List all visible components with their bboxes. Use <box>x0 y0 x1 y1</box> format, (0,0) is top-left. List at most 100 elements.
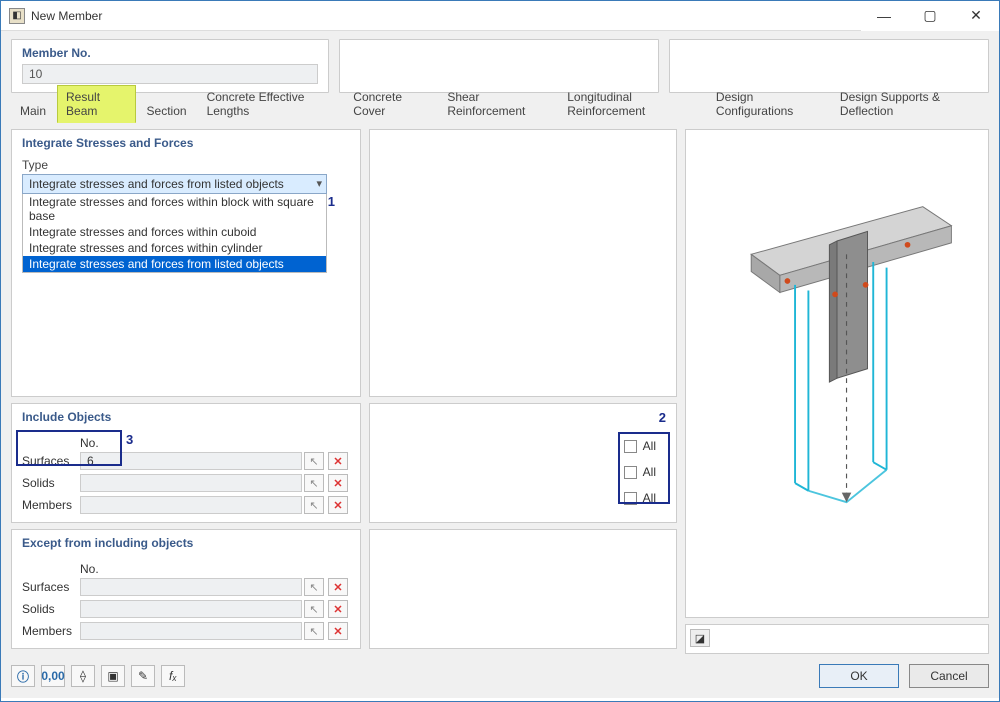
type-option-listed-objects[interactable]: Integrate stresses and forces from liste… <box>23 256 326 272</box>
x-icon: ✕ <box>333 581 342 594</box>
annotation-3: 3 <box>126 432 133 447</box>
close-button[interactable]: ✕ <box>953 1 999 31</box>
clear-except-members-button[interactable]: ✕ <box>328 622 348 640</box>
type-dropdown-list: Integrate stresses and forces within blo… <box>22 194 327 273</box>
type-option-cuboid[interactable]: Integrate stresses and forces within cub… <box>23 224 326 240</box>
member-number-input[interactable] <box>22 64 318 84</box>
include-solids-input[interactable] <box>80 474 302 492</box>
all-members-checkbox[interactable] <box>624 492 637 505</box>
pick-surfaces-button[interactable]: ↖ <box>304 452 324 470</box>
include-surfaces-input[interactable]: 6 <box>80 452 302 470</box>
preview-svg <box>694 138 980 609</box>
cursor-icon: ↖ <box>309 499 318 512</box>
right-column: ◪ <box>685 129 989 654</box>
pick-members-button[interactable]: ↖ <box>304 496 324 514</box>
clear-except-surfaces-button[interactable]: ✕ <box>328 578 348 596</box>
cursor-icon: ↖ <box>309 455 318 468</box>
tool-3-icon[interactable]: ✎ <box>131 665 155 687</box>
dialog-actions: OK Cancel <box>819 664 989 688</box>
maximize-button[interactable]: ▢ <box>907 1 953 31</box>
annotation-1: 1 <box>328 194 335 209</box>
tab-design-supports-deflection[interactable]: Design Supports & Deflection <box>831 85 987 123</box>
tool-fx-icon[interactable]: fₓ <box>161 665 185 687</box>
except-members-input[interactable] <box>80 622 302 640</box>
type-option-cylinder[interactable]: Integrate stresses and forces within cyl… <box>23 240 326 256</box>
include-row-surfaces: Surfaces 6 ↖ ✕ <box>22 452 350 470</box>
cursor-icon: ↖ <box>309 625 318 638</box>
tab-concrete-cover[interactable]: Concrete Cover <box>344 85 436 123</box>
left-column: Integrate Stresses and Forces Type Integ… <box>11 129 361 654</box>
include-row-members: Members ↖ ✕ <box>22 496 350 514</box>
clear-members-button[interactable]: ✕ <box>328 496 348 514</box>
annotation-2: 2 <box>659 410 666 425</box>
app-icon: ◧ <box>9 8 25 24</box>
tab-section[interactable]: Section <box>138 99 196 123</box>
tab-shear-reinforcement[interactable]: Shear Reinforcement <box>438 85 556 123</box>
tab-design-configurations[interactable]: Design Configurations <box>707 85 829 123</box>
tab-concrete-effective-lengths[interactable]: Concrete Effective Lengths <box>198 85 343 123</box>
except-solids-label: Solids <box>22 602 78 616</box>
type-option-block-square[interactable]: Integrate stresses and forces within blo… <box>23 194 326 224</box>
include-solids-label: Solids <box>22 476 78 490</box>
preview-3d[interactable] <box>685 129 989 618</box>
window-title: New Member <box>31 9 102 23</box>
pick-solids-button[interactable]: ↖ <box>304 474 324 492</box>
all-members-label: All <box>643 491 656 505</box>
except-row-surfaces: Surfaces ↖ ✕ <box>22 578 350 596</box>
all-surfaces-checkbox[interactable] <box>624 440 637 453</box>
pick-except-members-button[interactable]: ↖ <box>304 622 324 640</box>
except-members-label: Members <box>22 624 78 638</box>
units-icon[interactable]: 0,00 <box>41 665 65 687</box>
include-objects-card: Include Objects No. 3 Surfaces 6 ↖ ✕ Sol… <box>11 403 361 523</box>
include-members-label: Members <box>22 498 78 512</box>
except-all-panel <box>369 529 677 649</box>
bottom-bar: ⓘ 0,00 ⟠ ▣ ✎ fₓ OK Cancel <box>1 658 999 698</box>
tab-longitudinal-reinforcement[interactable]: Longitudinal Reinforcement <box>558 85 705 123</box>
all-solids-row: All <box>380 462 666 482</box>
except-surfaces-label: Surfaces <box>22 580 78 594</box>
include-row-solids: Solids ↖ ✕ <box>22 474 350 492</box>
x-icon: ✕ <box>333 625 342 638</box>
include-all-panel: 2 All All All <box>369 403 677 523</box>
clear-surfaces-button[interactable]: ✕ <box>328 452 348 470</box>
clear-solids-button[interactable]: ✕ <box>328 474 348 492</box>
include-members-input[interactable] <box>80 496 302 514</box>
x-icon: ✕ <box>333 477 342 490</box>
except-title: Except from including objects <box>22 536 350 550</box>
ok-button[interactable]: OK <box>819 664 899 688</box>
include-surfaces-label: Surfaces <box>22 454 78 468</box>
tool-1-icon[interactable]: ⟠ <box>71 665 95 687</box>
tool-2-icon[interactable]: ▣ <box>101 665 125 687</box>
preview-toolbar: ◪ <box>685 624 989 654</box>
help-icon[interactable]: ⓘ <box>11 665 35 687</box>
pick-except-surfaces-button[interactable]: ↖ <box>304 578 324 596</box>
member-number-label: Member No. <box>22 46 318 60</box>
preview-tool-icon[interactable]: ◪ <box>690 629 710 647</box>
except-no-header: No. <box>78 562 350 576</box>
cursor-icon: ↖ <box>309 603 318 616</box>
tabs: Main Result Beam Section Concrete Effect… <box>1 99 999 123</box>
except-objects-card: Except from including objects No. Surfac… <box>11 529 361 649</box>
all-surfaces-label: All <box>643 439 656 453</box>
except-row-solids: Solids ↖ ✕ <box>22 600 350 618</box>
except-solids-input[interactable] <box>80 600 302 618</box>
include-title: Include Objects <box>22 410 350 424</box>
minimize-button[interactable]: — <box>861 1 907 31</box>
except-surfaces-input[interactable] <box>80 578 302 596</box>
pick-except-solids-button[interactable]: ↖ <box>304 600 324 618</box>
tab-result-beam[interactable]: Result Beam <box>57 85 136 123</box>
type-select-value: Integrate stresses and forces from liste… <box>29 177 284 191</box>
content-area: Integrate Stresses and Forces Type Integ… <box>1 123 999 658</box>
integrate-title: Integrate Stresses and Forces <box>22 136 350 150</box>
all-solids-checkbox[interactable] <box>624 466 637 479</box>
all-surfaces-row: All <box>380 436 666 456</box>
all-solids-label: All <box>643 465 656 479</box>
type-select[interactable]: Integrate stresses and forces from liste… <box>22 174 327 194</box>
type-label: Type <box>22 158 350 172</box>
bottom-icon-group: ⓘ 0,00 ⟠ ▣ ✎ fₓ <box>11 665 185 687</box>
clear-except-solids-button[interactable]: ✕ <box>328 600 348 618</box>
x-icon: ✕ <box>333 499 342 512</box>
x-icon: ✕ <box>333 603 342 616</box>
tab-main[interactable]: Main <box>11 99 55 123</box>
cancel-button[interactable]: Cancel <box>909 664 989 688</box>
